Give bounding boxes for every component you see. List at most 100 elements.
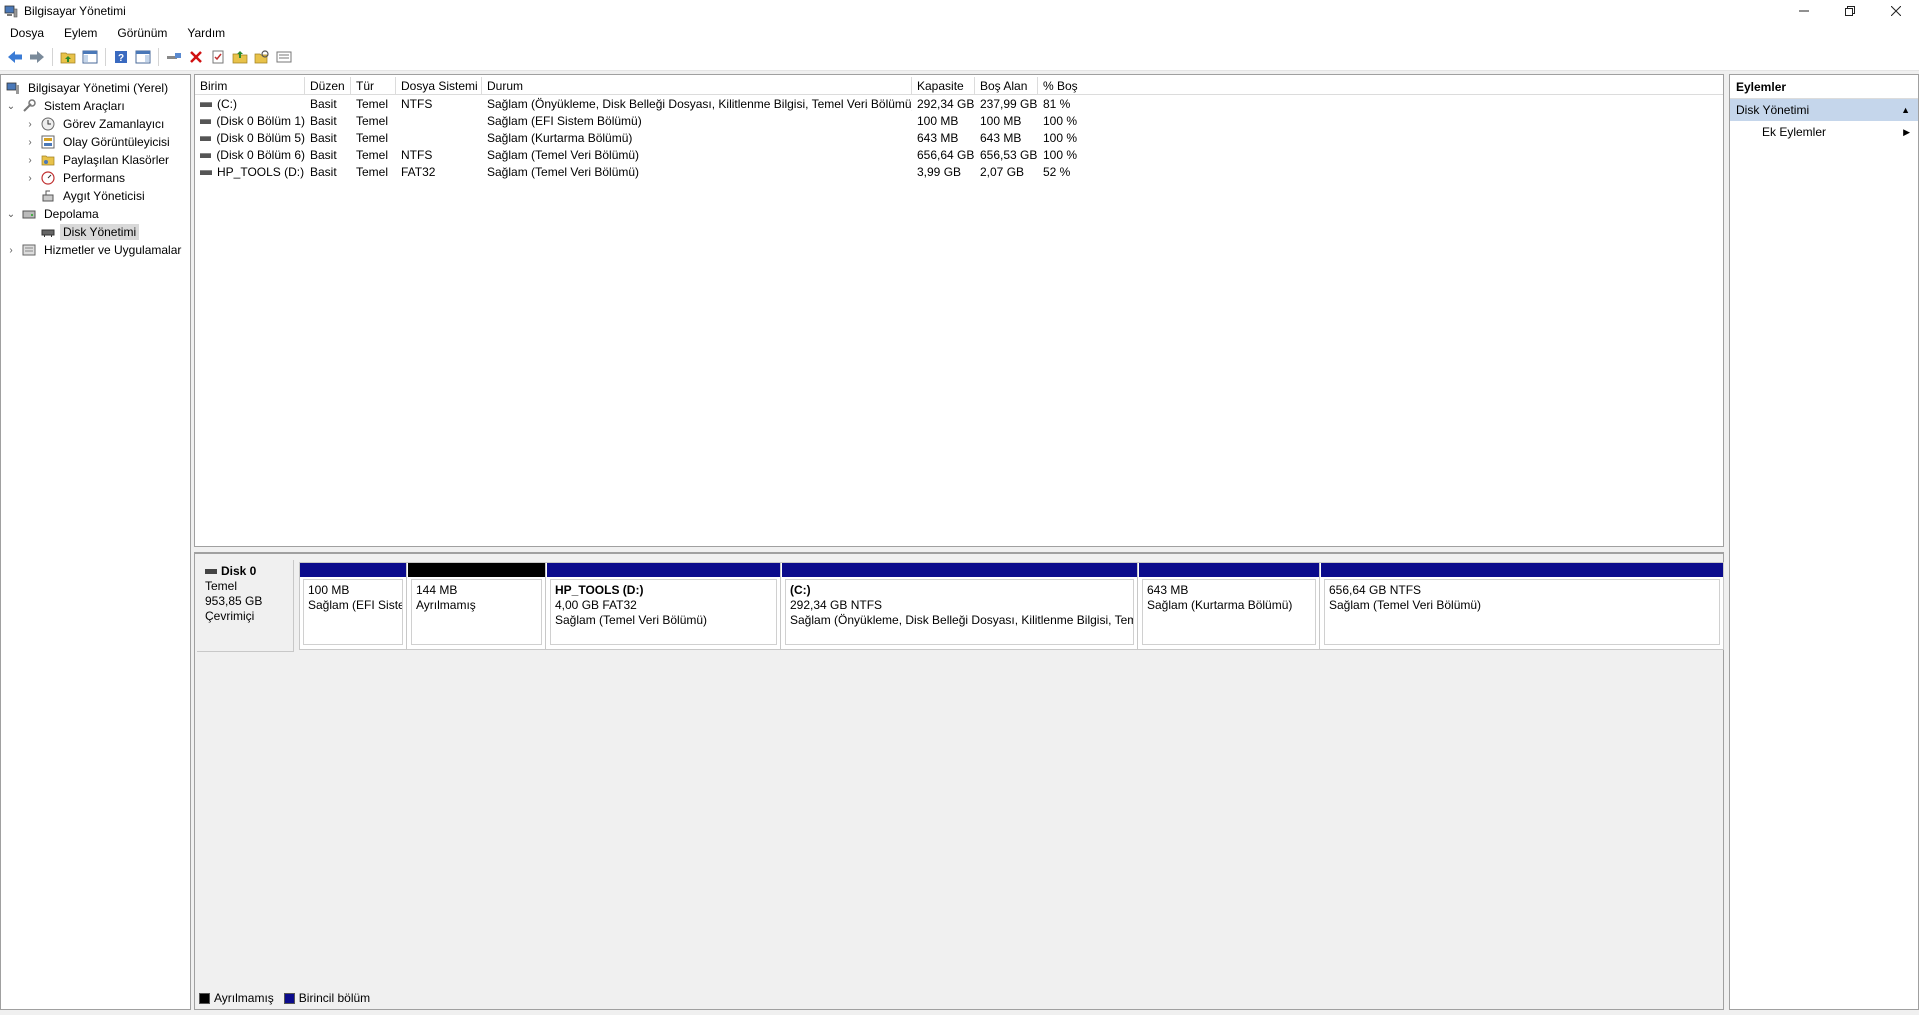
event-viewer-icon (40, 134, 56, 150)
column-header-volume[interactable]: Birim (195, 77, 305, 94)
partition-data[interactable]: 656,64 GB NTFS Sağlam (Temel Veri Bölümü… (1321, 563, 1723, 649)
actions-section-disk-management[interactable]: Disk Yönetimi ▲ (1730, 99, 1918, 121)
primary-partition-bar (1139, 563, 1319, 577)
table-row[interactable]: (C:) Basit Temel NTFS Sağlam (Önyükleme,… (195, 96, 1723, 113)
chevron-right-icon[interactable]: › (24, 155, 36, 166)
minimize-button[interactable] (1781, 0, 1827, 22)
column-header-type[interactable]: Tür (351, 77, 396, 94)
connect-button[interactable] (163, 46, 185, 68)
partition-strip: 100 MB Sağlam (EFI Sistem Bö 144 MB Ayrı… (299, 562, 1724, 650)
close-icon (1891, 6, 1901, 16)
partition-recovery[interactable]: 643 MB Sağlam (Kurtarma Bölümü) (1139, 563, 1320, 649)
partition-c[interactable]: (C:) 292,34 GB NTFS Sağlam (Önyükleme, D… (782, 563, 1138, 649)
properties-button[interactable] (207, 46, 229, 68)
partition-size: 100 MB (308, 583, 350, 597)
partition-unallocated[interactable]: 144 MB Ayrılmamış (408, 563, 546, 649)
show-hide-tree-button[interactable] (79, 46, 101, 68)
partition-name: (C:) (790, 583, 811, 597)
partition-status: Sağlam (Kurtarma Bölümü) (1147, 598, 1293, 612)
shared-folder-icon (40, 152, 56, 168)
table-row[interactable]: (Disk 0 Bölüm 1) Basit Temel Sağlam (EFI… (195, 113, 1723, 130)
table-row[interactable]: (Disk 0 Bölüm 6) Basit Temel NTFS Sağlam… (195, 147, 1723, 164)
cell-layout: Basit (310, 97, 337, 111)
svg-text:?: ? (118, 53, 124, 64)
partition-efi[interactable]: 100 MB Sağlam (EFI Sistem Bö (300, 563, 407, 649)
back-button[interactable] (4, 46, 26, 68)
cell-capacity: 100 MB (917, 114, 959, 128)
cell-percent-free: 100 % (1043, 148, 1078, 162)
cell-type: Temel (356, 97, 389, 111)
tree-item-storage[interactable]: ⌄ Depolama (5, 205, 102, 223)
chevron-right-icon[interactable]: › (5, 245, 17, 256)
menu-action[interactable]: Eylem (54, 26, 107, 40)
cell-layout: Basit (310, 148, 337, 162)
column-header-filesystem[interactable]: Dosya Sistemi (396, 77, 482, 94)
back-arrow-icon (8, 51, 22, 63)
tree-item-task-scheduler[interactable]: › Görev Zamanlayıcı (24, 115, 167, 133)
status-bar (0, 1010, 1919, 1015)
partition-size: 4,00 GB FAT32 (555, 598, 637, 612)
partition-status: Ayrılmamış (416, 598, 476, 612)
menu-view[interactable]: Görünüm (107, 26, 177, 40)
restore-button[interactable] (1827, 0, 1873, 22)
close-button[interactable] (1873, 0, 1919, 22)
import-button[interactable] (229, 46, 251, 68)
delete-button[interactable] (185, 46, 207, 68)
chevron-right-icon[interactable]: › (24, 137, 36, 148)
menu-help[interactable]: Yardım (177, 26, 235, 40)
column-header-percent-free[interactable]: % Boş (1038, 77, 1723, 94)
cell-free-space: 643 MB (980, 131, 1022, 145)
primary-partition-bar (547, 563, 780, 577)
toolbar-separator (52, 48, 53, 66)
chevron-right-icon[interactable]: › (24, 173, 36, 184)
cell-percent-free: 100 % (1043, 114, 1078, 128)
forward-arrow-icon (30, 51, 44, 63)
column-header-layout[interactable]: Düzen (305, 77, 351, 94)
partition-size: 643 MB (1147, 583, 1189, 597)
title-bar: Bilgisayar Yönetimi (0, 0, 1919, 22)
cell-status: Sağlam (Kurtarma Bölümü) (487, 131, 633, 145)
column-header-capacity[interactable]: Kapasite (912, 77, 975, 94)
cell-status: Sağlam (Önyükleme, Disk Belleği Dosyası,… (487, 97, 912, 111)
view-options-button[interactable] (273, 46, 295, 68)
tree-item-root[interactable]: Bilgisayar Yönetimi (Yerel) (5, 79, 171, 97)
partition-name: HP_TOOLS (D:) (555, 583, 644, 597)
more-actions-item[interactable]: Ek Eylemler ▶ (1730, 121, 1918, 143)
tree-item-device-manager[interactable]: Aygıt Yöneticisi (40, 187, 148, 205)
chevron-down-icon[interactable]: ⌄ (5, 101, 17, 112)
cell-capacity: 656,64 GB (917, 148, 975, 162)
partition-status: Sağlam (Önyükleme, Disk Belleği Dosyası,… (790, 613, 1134, 627)
table-row[interactable]: (Disk 0 Bölüm 5) Basit Temel Sağlam (Kur… (195, 130, 1723, 147)
disk-info-card[interactable]: Disk 0 Temel 953,85 GB Çevrimiçi (197, 560, 294, 652)
tree-item-performance[interactable]: › Performans (24, 169, 128, 187)
legend-primary: Birincil bölüm (298, 991, 371, 1005)
table-row[interactable]: HP_TOOLS (D:) Basit Temel FAT32 Sağlam (… (195, 164, 1723, 181)
partition-hp-tools[interactable]: HP_TOOLS (D:) 4,00 GB FAT32 Sağlam (Teme… (547, 563, 781, 649)
disk-name: Disk 0 (221, 564, 257, 578)
submenu-arrow-icon: ▶ (1903, 127, 1910, 137)
action-pane-button[interactable] (132, 46, 154, 68)
collapse-up-icon[interactable]: ▲ (1901, 99, 1910, 121)
services-icon (21, 242, 37, 258)
help-button[interactable]: ? (110, 46, 132, 68)
cell-volume: (Disk 0 Bölüm 1) (216, 114, 305, 128)
primary-partition-bar (300, 563, 406, 577)
tree-label: Disk Yönetimi (60, 224, 140, 240)
cell-type: Temel (356, 114, 389, 128)
column-header-free-space[interactable]: Boş Alan (975, 77, 1038, 94)
computer-management-icon (4, 5, 18, 18)
menu-file[interactable]: Dosya (0, 26, 54, 40)
chevron-down-icon[interactable]: ⌄ (5, 209, 17, 220)
tree-item-system-tools[interactable]: ⌄ Sistem Araçları (5, 97, 128, 115)
up-folder-button[interactable] (57, 46, 79, 68)
chevron-right-icon[interactable]: › (24, 119, 36, 130)
tree-item-disk-management[interactable]: Disk Yönetimi (40, 223, 140, 241)
tree-item-shared-folders[interactable]: › Paylaşılan Klasörler (24, 151, 172, 169)
forward-button[interactable] (26, 46, 48, 68)
volume-list: Birim Düzen Tür Dosya Sistemi Durum Kapa… (194, 74, 1724, 547)
legend: Ayrılmamış Birincil bölüm (199, 991, 380, 1005)
tree-item-services-apps[interactable]: › Hizmetler ve Uygulamalar (5, 241, 184, 259)
tree-item-event-viewer[interactable]: › Olay Görüntüleyicisi (24, 133, 173, 151)
search-folder-button[interactable] (251, 46, 273, 68)
column-header-status[interactable]: Durum (482, 77, 912, 94)
